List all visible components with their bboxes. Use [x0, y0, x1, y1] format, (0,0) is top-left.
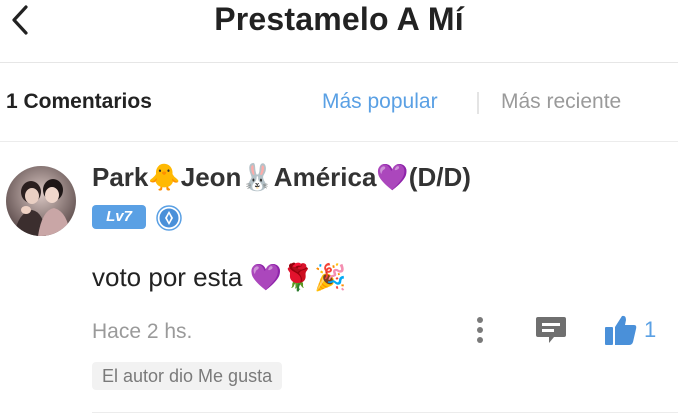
- reply-button[interactable]: [534, 313, 568, 347]
- verified-badge-icon: [156, 205, 182, 231]
- sort-popular-tab[interactable]: Más popular: [322, 90, 438, 114]
- comment-count: 1 Comentarios: [6, 90, 152, 113]
- divider: [92, 412, 678, 413]
- like-count: 1: [644, 317, 657, 342]
- like-button[interactable]: 1: [604, 310, 656, 350]
- thumbs-up-icon: [605, 315, 637, 345]
- more-options-button[interactable]: [468, 313, 492, 349]
- more-vertical-icon: [477, 317, 483, 343]
- comments-header: 1 Comentarios Más popular Más reciente: [0, 63, 678, 142]
- top-bar: Prestamelo A Mí: [0, 0, 678, 63]
- reply-comment-icon: [536, 317, 566, 343]
- avatar[interactable]: [6, 166, 76, 236]
- comment-author-name[interactable]: Park🐥Jeon🐰América💜(D/D): [92, 162, 471, 193]
- sort-divider: [477, 92, 479, 114]
- author-liked-badge: El autor dio Me gusta: [92, 362, 283, 390]
- comment-text: voto por esta 💜🌹🎉: [92, 262, 347, 292]
- avatar-photo: [6, 166, 76, 236]
- comment-timestamp: Hace 2 hs.: [92, 320, 193, 343]
- sort-recent-tab[interactable]: Más reciente: [501, 90, 621, 114]
- level-badge: Lv7: [92, 205, 146, 229]
- page-title: Prestamelo A Mí: [214, 1, 464, 37]
